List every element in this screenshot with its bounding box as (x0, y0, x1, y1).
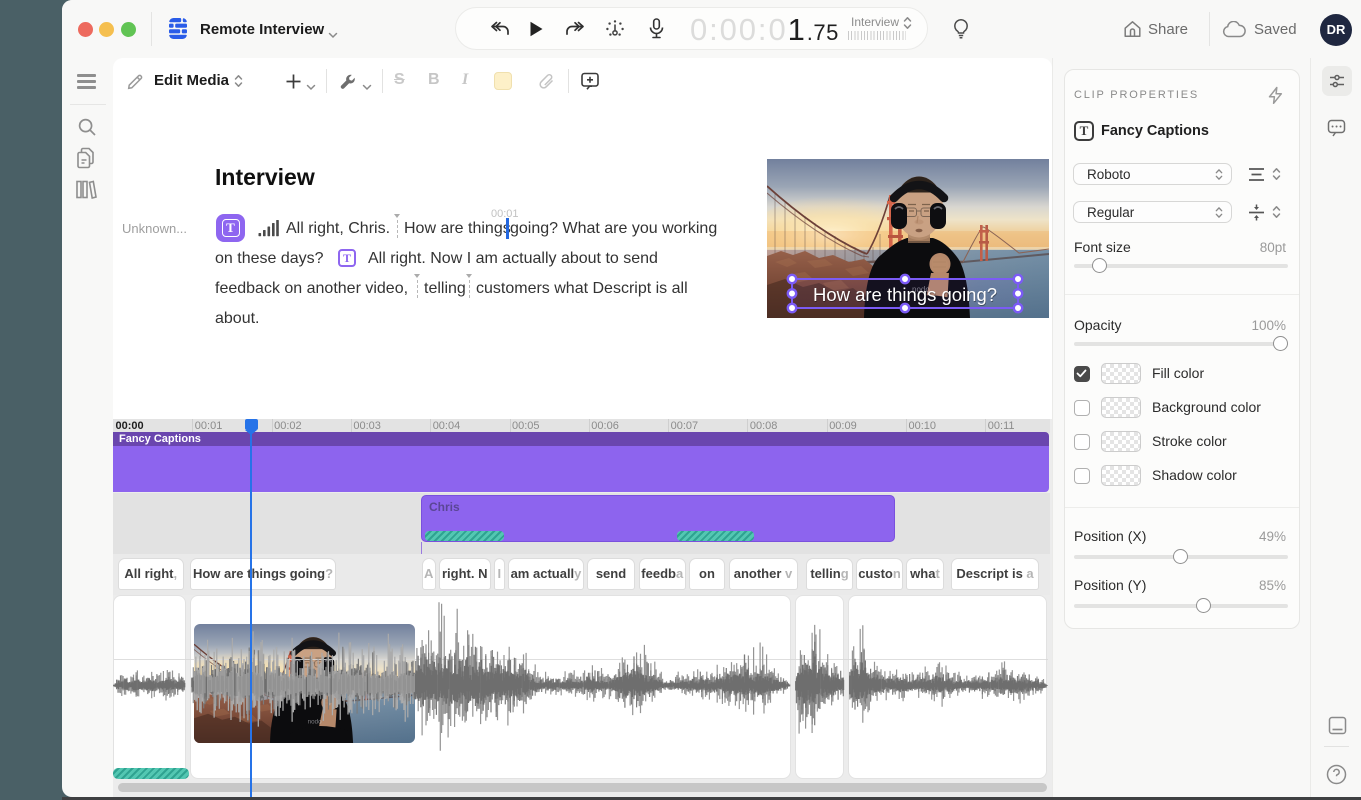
svg-text:How are things going?: How are things going? (813, 284, 997, 305)
